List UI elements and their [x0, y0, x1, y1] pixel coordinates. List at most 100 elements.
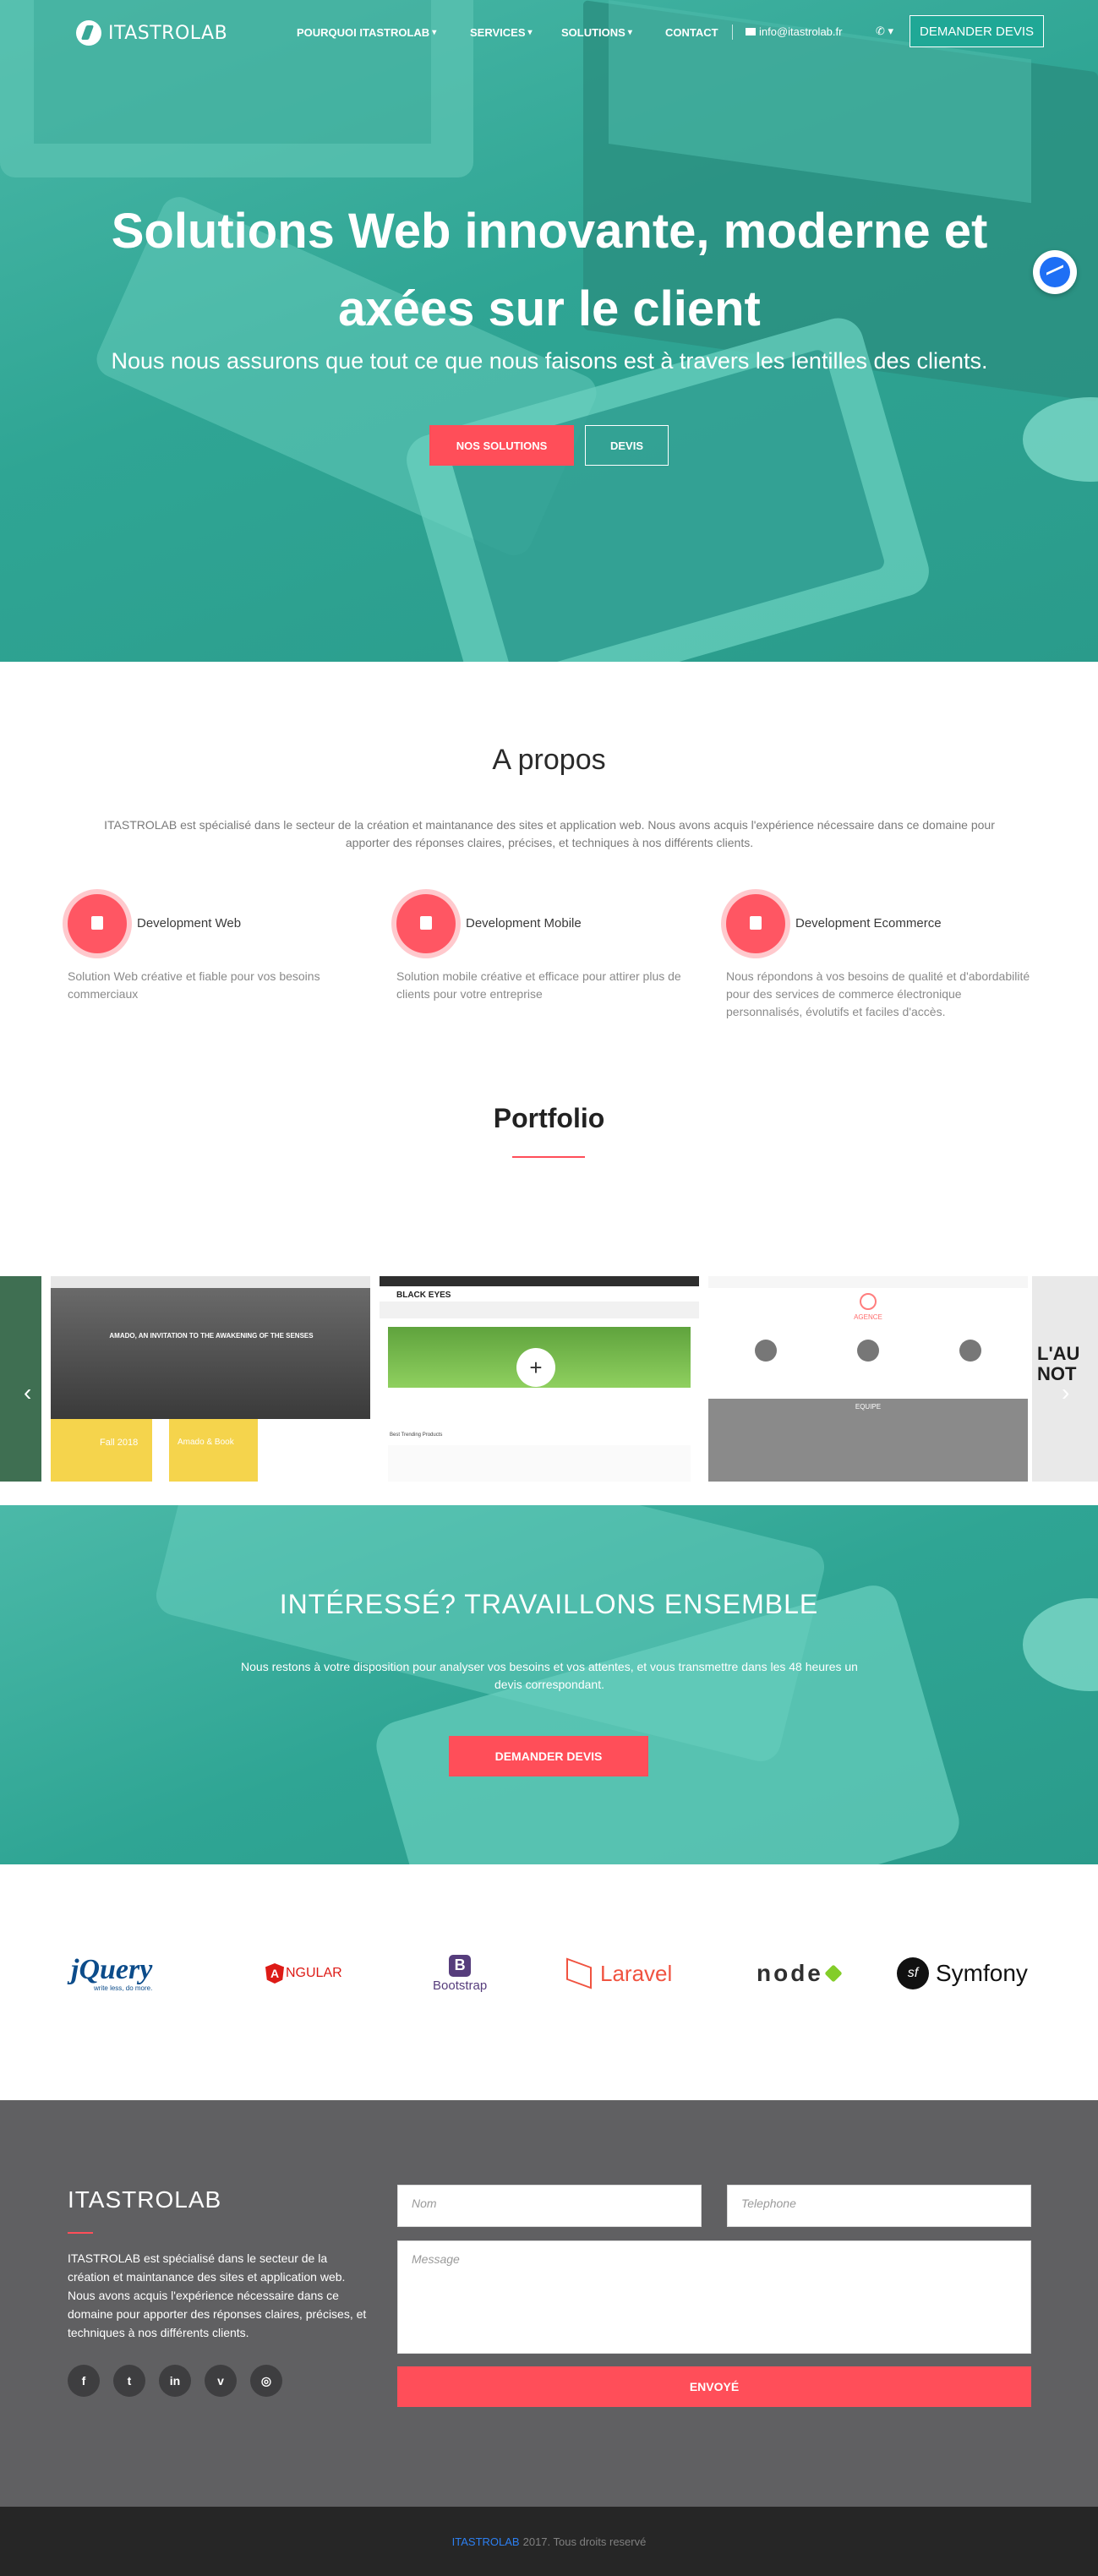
nav-item-contact[interactable]: CONTACT	[665, 26, 718, 39]
copyright-bar: ITASTROLAB 2017. Tous droits reservé	[0, 2507, 1098, 2576]
portfolio-slide-agence[interactable]: AGENCE EQUIPE	[708, 1276, 1028, 1482]
slide-caption: AMADO, AN INVITATION TO THE AWAKENING OF…	[109, 1332, 314, 1340]
copyright-brand-link[interactable]: ITASTROLAB	[452, 2535, 520, 2548]
globe-icon	[68, 894, 127, 953]
slide-logo-circle	[860, 1293, 877, 1310]
slide-tag-right: Amado & Book	[169, 1419, 258, 1482]
caret-down-icon: ▾	[627, 28, 632, 37]
slide-topbar	[380, 1276, 699, 1286]
symfony-sf-icon: sf	[897, 1957, 929, 1989]
nav-item-label: CONTACT	[665, 26, 718, 39]
slide-caption: BLACK EYES	[396, 1291, 451, 1300]
twitter-icon[interactable]: t	[113, 2365, 145, 2397]
angular-logo-text: NGULAR	[286, 1966, 342, 1980]
jquery-logo: jQuery write less, do more.	[71, 1952, 152, 1995]
jquery-logo-text: jQuery	[71, 1953, 153, 1985]
slide-feature-icon	[857, 1340, 879, 1362]
slide-team-area	[708, 1399, 1028, 1482]
instagram-icon[interactable]: ◎	[250, 2365, 282, 2397]
angular-logo: A NGULAR	[265, 1952, 342, 1995]
copyright-text: 2017. Tous droits reservé	[522, 2535, 647, 2548]
slide-tag-text: Fall 2018	[100, 1438, 139, 1448]
footer-title: ITASTROLAB	[68, 2186, 222, 2213]
nav-item-services[interactable]: SERVICES ▾	[470, 26, 533, 39]
slide-subcaption: EQUIPE	[855, 1403, 882, 1411]
logo-text: ITASTROLAB	[108, 22, 228, 44]
caret-down-icon: ▾	[432, 28, 437, 37]
about-text: ITASTROLAB est spécialisé dans le secteu…	[104, 818, 995, 849]
portfolio-zoom-icon[interactable]: +	[516, 1348, 555, 1387]
about-title: A propos	[492, 744, 606, 776]
node-hexagon-icon	[824, 1964, 843, 1983]
mobile-icon	[396, 894, 456, 953]
jquery-tagline: write less, do more.	[93, 1984, 153, 1992]
service-title: Development Web	[137, 916, 242, 931]
slide-products-row	[388, 1445, 691, 1482]
nav-item-label: SOLUTIONS	[561, 26, 625, 39]
slide-tag-left: Fall 2018	[51, 1419, 152, 1482]
nav-email-link[interactable]: info@itastrolab.fr	[746, 25, 842, 38]
cart-icon	[726, 894, 785, 953]
nav-item-pourquoi[interactable]: POURQUOI ITASTROLAB ▾	[297, 26, 436, 39]
service-title: Development Mobile	[466, 916, 582, 931]
nav-item-label: SERVICES	[470, 26, 526, 39]
cta-text: Nous restons à votre disposition pour an…	[241, 1660, 858, 1691]
carousel-prev-icon[interactable]: ‹	[24, 1379, 31, 1406]
demander-devis-nav-button[interactable]: DEMANDER DEVIS	[910, 15, 1044, 47]
angular-shield-icon: A	[265, 1963, 284, 1984]
hero-bg-mouse	[1023, 397, 1098, 482]
carousel-next-icon[interactable]: ›	[1062, 1379, 1069, 1406]
laravel-logo-text: Laravel	[600, 1960, 673, 1986]
node-logo: node	[757, 1952, 843, 1995]
slide-tag-text: Amado & Book	[178, 1438, 234, 1447]
message-textarea[interactable]: Message	[397, 2240, 1031, 2354]
service-desc: Nous répondons à vos besoins de qualité …	[726, 969, 1030, 1018]
name-input[interactable]: Nom	[397, 2185, 702, 2227]
site-logo[interactable]: ITASTROLAB	[76, 19, 227, 47]
service-title: Development Ecommerce	[795, 916, 942, 931]
phone-icon[interactable]: ✆ ▾	[876, 25, 893, 38]
send-button[interactable]: ENVOYÉ	[397, 2366, 1031, 2407]
nav-item-label: POURQUOI ITASTROLAB	[297, 26, 430, 39]
cta-title: INTÉRESSÉ? TRAVAILLONS ENSEMBLE	[279, 1589, 819, 1619]
symfony-logo-text: Symfony	[936, 1960, 1028, 1986]
messenger-chat-button[interactable]	[1033, 250, 1077, 294]
nav-item-solutions[interactable]: SOLUTIONS ▾	[561, 26, 632, 39]
nav-divider	[732, 25, 733, 40]
phone-input[interactable]: Telephone	[727, 2185, 1031, 2227]
slide-feature-icon	[959, 1340, 981, 1362]
devis-button[interactable]: DEVIS	[585, 425, 669, 466]
facebook-icon[interactable]: f	[68, 2365, 100, 2397]
slide-topbar	[708, 1276, 1028, 1288]
slide-feature-icon	[755, 1340, 777, 1362]
footer-title-underline	[68, 2232, 93, 2234]
service-desc: Solution Web créative et fiable pour vos…	[68, 969, 320, 1001]
bootstrap-logo: B Bootstrap	[433, 1952, 487, 1995]
vimeo-icon[interactable]: v	[205, 2365, 237, 2397]
slide-subcaption: Best Trending Products	[390, 1433, 443, 1438]
symfony-logo: sf Symfony	[897, 1952, 1028, 1995]
footer-text: ITASTROLAB est spécialisé dans le secteu…	[68, 2251, 367, 2339]
laravel-icon	[566, 1957, 592, 1989]
node-logo-text: node	[757, 1960, 823, 1986]
portfolio-slide-amado[interactable]: AMADO, AN INVITATION TO THE AWAKENING OF…	[51, 1276, 370, 1482]
bootstrap-logo-text: Bootstrap	[433, 1978, 488, 1993]
slide-menu-bar	[380, 1302, 699, 1318]
hero-subtitle: Nous nous assurons que tout ce que nous …	[111, 348, 988, 374]
nos-solutions-button[interactable]: NOS SOLUTIONS	[429, 425, 574, 466]
service-desc: Solution mobile créative et efficace pou…	[396, 969, 681, 1001]
hero-title-line-1: Solutions Web innovante, moderne et	[111, 204, 988, 259]
slide-header-bar	[51, 1276, 370, 1288]
messenger-icon	[1040, 257, 1070, 287]
portfolio-underline	[512, 1156, 585, 1158]
hero-section: ITASTROLAB POURQUOI ITASTROLAB ▾ SERVICES…	[0, 0, 1098, 662]
linkedin-icon[interactable]: in	[159, 2365, 191, 2397]
envelope-icon	[746, 28, 756, 35]
portfolio-title: Portfolio	[493, 1103, 605, 1133]
bootstrap-b-icon: B	[449, 1954, 472, 1977]
slide-caption: AGENCE	[854, 1313, 882, 1321]
demander-devis-cta-button[interactable]: DEMANDER DEVIS	[449, 1736, 648, 1776]
top-nav: ITASTROLAB POURQUOI ITASTROLAB ▾ SERVICES…	[0, 0, 1098, 66]
portfolio-slide-partial-left[interactable]	[0, 1276, 41, 1482]
nav-email-text: info@itastrolab.fr	[759, 25, 843, 38]
